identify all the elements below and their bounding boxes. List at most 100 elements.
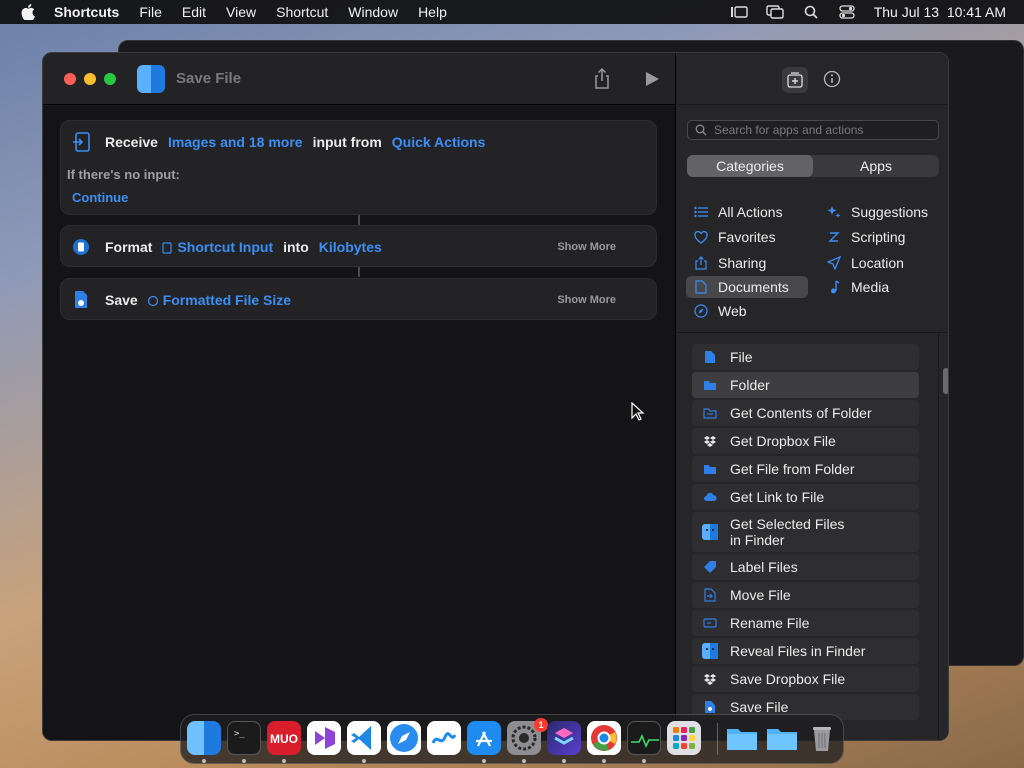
menu-shortcut[interactable]: Shortcut xyxy=(276,4,328,20)
finder-icon xyxy=(702,643,718,659)
folder-icon xyxy=(702,377,718,393)
dock-app-store-icon[interactable] xyxy=(467,721,501,755)
category-location[interactable]: Location xyxy=(819,252,904,274)
dock-finder-icon[interactable] xyxy=(187,721,221,755)
dock-separator xyxy=(717,723,718,755)
action-item-save-dropbox-file[interactable]: Save Dropbox File xyxy=(692,666,919,692)
save-show-more-button[interactable]: Show More xyxy=(557,294,616,306)
cloud-icon xyxy=(702,489,718,505)
dock-visual-studio-icon[interactable] xyxy=(307,721,341,755)
category-label: Documents xyxy=(718,279,789,295)
dock-folder-icon[interactable] xyxy=(725,721,759,755)
dock-activity-monitor-icon[interactable] xyxy=(627,721,661,755)
receive-action-card[interactable]: Receive Images and 18 more input from Qu… xyxy=(60,120,657,215)
dock-shortcuts-icon[interactable] xyxy=(547,721,581,755)
category-grid: All Actions Favorites Sharing Documents … xyxy=(676,193,948,333)
category-sharing[interactable]: Sharing xyxy=(686,252,766,274)
dock-trash-icon[interactable] xyxy=(805,721,839,755)
category-all-actions[interactable]: All Actions xyxy=(686,201,783,223)
category-suggestions[interactable]: Suggestions xyxy=(819,201,928,223)
unit-token[interactable]: Kilobytes xyxy=(319,239,382,255)
stage-manager-icon[interactable] xyxy=(730,5,748,19)
menu-app-name[interactable]: Shortcuts xyxy=(54,4,119,20)
menu-window[interactable]: Window xyxy=(348,4,398,20)
action-item-get-selected-files-in-finder[interactable]: Get Selected Files in Finder xyxy=(692,512,919,552)
dock: >_ MUO 1 xyxy=(180,714,844,764)
finder-icon[interactable] xyxy=(137,65,165,93)
dock-muo-icon[interactable]: MUO xyxy=(267,721,301,755)
apple-icon[interactable] xyxy=(18,4,38,20)
category-scripting[interactable]: Scripting xyxy=(819,226,905,248)
category-web[interactable]: Web xyxy=(686,300,747,322)
action-item-get-file-from-folder[interactable]: Get File from Folder xyxy=(692,456,919,482)
action-item-get-dropbox-file[interactable]: Get Dropbox File xyxy=(692,428,919,454)
action-search-input[interactable]: Search for apps and actions xyxy=(687,120,939,140)
running-indicator xyxy=(242,759,246,763)
file-icon xyxy=(702,349,718,365)
menu-clock[interactable]: Thu Jul 13 10:41 AM xyxy=(874,4,1006,20)
format-action-card[interactable]: Format Shortcut Input into Kilobytes Sho… xyxy=(60,225,657,267)
menu-help[interactable]: Help xyxy=(418,4,447,20)
run-icon[interactable] xyxy=(643,69,661,89)
title-bar: Save File xyxy=(43,53,675,105)
tab-apps[interactable]: Apps xyxy=(813,155,939,177)
action-library-button[interactable] xyxy=(782,67,808,93)
spotlight-search-icon[interactable] xyxy=(802,5,820,19)
no-input-continue-token[interactable]: Continue xyxy=(72,190,128,205)
add-action-icon xyxy=(787,72,803,88)
close-button[interactable] xyxy=(64,73,76,85)
action-item-reveal-files-in-finder[interactable]: Reveal Files in Finder xyxy=(692,638,919,664)
category-media[interactable]: Media xyxy=(819,276,889,298)
action-item-get-contents-of-folder[interactable]: Get Contents of Folder xyxy=(692,400,919,426)
svg-text:>_: >_ xyxy=(234,729,245,739)
scrollbar-thumb[interactable] xyxy=(943,368,948,394)
window-title[interactable]: Save File xyxy=(176,70,241,87)
running-indicator xyxy=(282,759,286,763)
action-list-scrollbar[interactable] xyxy=(938,334,948,740)
action-item-get-link-to-file[interactable]: Get Link to File xyxy=(692,484,919,510)
action-item-folder[interactable]: Folder xyxy=(692,372,919,398)
dock-terminal-icon[interactable]: >_ xyxy=(227,721,261,755)
source-token[interactable]: Quick Actions xyxy=(392,134,486,150)
control-center-icon[interactable] xyxy=(838,5,856,19)
category-documents[interactable]: Documents xyxy=(686,276,808,298)
format-show-more-button[interactable]: Show More xyxy=(557,241,616,253)
shortcut-input-token[interactable]: Shortcut Input xyxy=(162,239,273,255)
save-action-card[interactable]: Save Formatted File Size Show More xyxy=(60,278,657,320)
dock-launchpad-icon[interactable] xyxy=(667,721,701,755)
running-indicator xyxy=(482,759,486,763)
category-label: Location xyxy=(851,255,904,271)
minimize-button[interactable] xyxy=(84,73,96,85)
action-item-label: Folder xyxy=(730,377,770,393)
action-item-label: Get Contents of Folder xyxy=(730,405,872,421)
action-item-rename-file[interactable]: Rename File xyxy=(692,610,919,636)
share-icon[interactable] xyxy=(591,67,613,91)
music-note-icon xyxy=(827,280,841,294)
action-item-file[interactable]: File xyxy=(692,344,919,370)
dock-safari-icon[interactable] xyxy=(387,721,421,755)
category-label: Web xyxy=(718,303,747,319)
notification-badge: 1 xyxy=(534,718,548,732)
formatted-file-size-token[interactable]: Formatted File Size xyxy=(147,292,291,308)
dock-vscode-icon[interactable] xyxy=(347,721,381,755)
screen-mirroring-icon[interactable] xyxy=(765,5,784,19)
dock-freeform-icon[interactable] xyxy=(427,721,461,755)
zoom-button[interactable] xyxy=(104,73,116,85)
tab-categories[interactable]: Categories xyxy=(687,155,813,177)
running-indicator xyxy=(202,759,206,763)
menu-view[interactable]: View xyxy=(226,4,256,20)
dock-chrome-icon[interactable] xyxy=(587,721,621,755)
info-icon[interactable] xyxy=(822,69,842,89)
menu-edit[interactable]: Edit xyxy=(182,4,206,20)
dock-folder-icon[interactable] xyxy=(765,721,799,755)
category-label: Scripting xyxy=(851,229,906,245)
input-types-token[interactable]: Images and 18 more xyxy=(168,134,303,150)
receive-icon xyxy=(71,132,91,152)
action-item-label: Save File xyxy=(730,699,789,715)
category-label: Suggestions xyxy=(851,204,929,220)
folder-icon xyxy=(702,461,718,477)
action-item-label-files[interactable]: Label Files xyxy=(692,554,919,580)
action-item-move-file[interactable]: Move File xyxy=(692,582,919,608)
menu-file[interactable]: File xyxy=(139,4,162,20)
category-favorites[interactable]: Favorites xyxy=(686,226,776,248)
